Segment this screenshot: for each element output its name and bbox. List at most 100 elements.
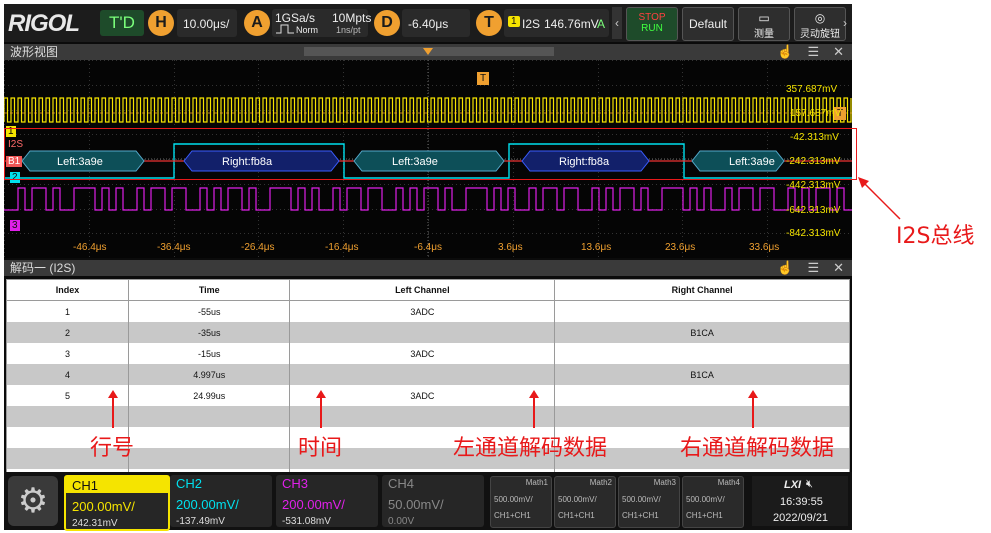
cell: 4: [5, 364, 130, 385]
gear-icon[interactable]: ⚙: [8, 476, 58, 526]
table-row[interactable]: 3 -15us 3ADC: [5, 343, 850, 364]
math2-name: Math2: [589, 478, 612, 487]
trigger-level: 146.76mV: [544, 17, 599, 31]
delay-box[interactable]: -6.40μs: [402, 9, 470, 37]
ch2-name: CH2: [176, 476, 203, 491]
stop-run-button[interactable]: STOP RUN: [626, 7, 678, 41]
cell: [289, 322, 556, 343]
math1-scale: 500.00mV/: [494, 495, 533, 504]
bus-annotation: I2S总线: [896, 224, 975, 249]
math4-box[interactable]: Math4 500.00mV/ CH1+CH1: [682, 476, 744, 528]
trigger-box[interactable]: 1 I2S 146.76mV A: [504, 9, 609, 37]
lxi-logo: LXI: [784, 479, 802, 491]
default-button[interactable]: Default: [682, 7, 734, 41]
ch3-scale: 200.00mV/: [282, 497, 345, 512]
menu-icon[interactable]: ☰: [807, 44, 819, 59]
math3-name: Math3: [653, 478, 676, 487]
knob-icon: ◎: [814, 11, 826, 25]
delay-icon[interactable]: D: [374, 10, 400, 36]
table-row[interactable]: 2 -35us B1CA: [5, 322, 850, 343]
delay-value: -6.40μs: [408, 17, 449, 31]
tlabel: -6.4μs: [414, 242, 442, 253]
math2-box[interactable]: Math2 500.00mV/ CH1+CH1: [554, 476, 616, 528]
ch4-box[interactable]: CH4 50.00mV/ 0.00V: [382, 475, 484, 527]
close-icon[interactable]: ✕: [833, 44, 844, 59]
timebase-box[interactable]: 10.00μs/: [177, 9, 237, 37]
stop-label: STOP: [638, 12, 666, 23]
cell: B1CA: [554, 322, 850, 343]
chevron-right-icon[interactable]: ›: [843, 7, 852, 39]
math4-scale: 500.00mV/: [686, 495, 725, 504]
time-annotation: 时间: [298, 436, 343, 461]
cell: 3: [5, 343, 130, 364]
close-icon[interactable]: ✕: [833, 260, 844, 275]
vlabel: -842.313mV: [786, 228, 841, 239]
cell: 2: [5, 322, 130, 343]
trigger-position-icon[interactable]: [423, 48, 433, 55]
row-number-annotation: 行号: [90, 436, 135, 461]
table-row[interactable]: 1 -55us 3ADC: [5, 300, 850, 322]
waveform-title: 波形视图: [10, 45, 59, 59]
math1-expr: CH1+CH1: [494, 511, 531, 520]
pulse-icon: [276, 24, 294, 34]
math1-box[interactable]: Math1 500.00mV/ CH1+CH1: [490, 476, 552, 528]
clock-date: 2022/09/21: [773, 512, 829, 524]
rigol-logo: RIGOL: [8, 10, 80, 37]
tlabel: 23.6μs: [665, 242, 696, 253]
speaker-muted-icon[interactable]: 🔇︎: [806, 478, 813, 491]
tlabel: -26.4μs: [241, 242, 275, 253]
ch2-offset: -137.49mV: [176, 516, 225, 527]
column-annotation-arrows: [108, 390, 758, 428]
ch4-scale: 50.00mV/: [388, 497, 444, 512]
table-row[interactable]: 4 4.997us B1CA: [5, 364, 850, 385]
horizontal-icon[interactable]: H: [148, 10, 174, 36]
measure-button[interactable]: ▭ 测量: [738, 7, 790, 41]
ch1-box[interactable]: CH1 200.00mV/ 242.31mV: [64, 475, 170, 531]
cell: [554, 300, 850, 322]
timebase-value: 10.00μs/: [183, 17, 230, 31]
math3-scale: 500.00mV/: [622, 495, 661, 504]
cell: B1CA: [554, 364, 850, 385]
menu-icon[interactable]: ☰: [807, 260, 819, 275]
col-right: Right Channel: [554, 279, 850, 301]
col-index: Index: [5, 279, 130, 301]
ch1-offset: 242.31mV: [72, 518, 118, 529]
vlabel: -642.313mV: [786, 205, 841, 216]
cell: 4.997us: [128, 364, 291, 385]
knob-label: 灵动旋钮: [800, 29, 840, 40]
ch3-box[interactable]: CH3 200.00mV/ -531.08mV: [276, 475, 378, 527]
trigger-source: 1: [508, 16, 520, 27]
tlabel: 13.6μs: [581, 242, 612, 253]
math3-expr: CH1+CH1: [622, 511, 659, 520]
math3-box[interactable]: Math3 500.00mV/ CH1+CH1: [618, 476, 680, 528]
tlabel: 33.6μs: [749, 242, 780, 253]
bus-highlight-frame: [4, 128, 857, 180]
touch-icon[interactable]: ☝: [777, 260, 793, 275]
acquire-box[interactable]: 1GSa/s Norm 10Mpts 1ns/pt: [272, 9, 372, 37]
chevron-left-icon[interactable]: ‹: [612, 7, 622, 39]
tlabel: -46.4μs: [73, 242, 107, 253]
cell: -35us: [128, 322, 291, 343]
cell: [554, 343, 850, 364]
top-toolbar: RIGOL T'D H 10.00μs/ A 1GSa/s Norm 10Mpt…: [4, 4, 852, 42]
vlabel: 357.687mV: [786, 84, 838, 95]
math2-expr: CH1+CH1: [558, 511, 595, 520]
touch-icon[interactable]: ☝: [777, 44, 793, 59]
trigger-type: I2S: [522, 17, 541, 31]
ch2-box[interactable]: CH2 200.00mV/ -137.49mV: [170, 475, 272, 527]
right-channel-annotation: 右通道解码数据: [680, 436, 835, 461]
ch4-offset: 0.00V: [388, 516, 415, 527]
trigger-time-marker[interactable]: T: [477, 72, 490, 85]
cell: 3ADC: [289, 300, 556, 322]
ch3-marker[interactable]: 3: [10, 220, 20, 231]
acquire-icon[interactable]: A: [244, 10, 270, 36]
run-mode-badge[interactable]: T'D: [100, 10, 144, 36]
memory-depth: 10Mpts: [332, 11, 372, 25]
tlabel: -16.4μs: [325, 242, 359, 253]
math1-name: Math1: [525, 478, 548, 487]
math4-name: Math4: [717, 478, 740, 487]
trigger-icon[interactable]: T: [476, 10, 502, 36]
knob-button[interactable]: ◎ 灵动旋钮: [794, 7, 846, 41]
cell: -55us: [128, 300, 291, 322]
ch2-scale: 200.00mV/: [176, 497, 239, 512]
